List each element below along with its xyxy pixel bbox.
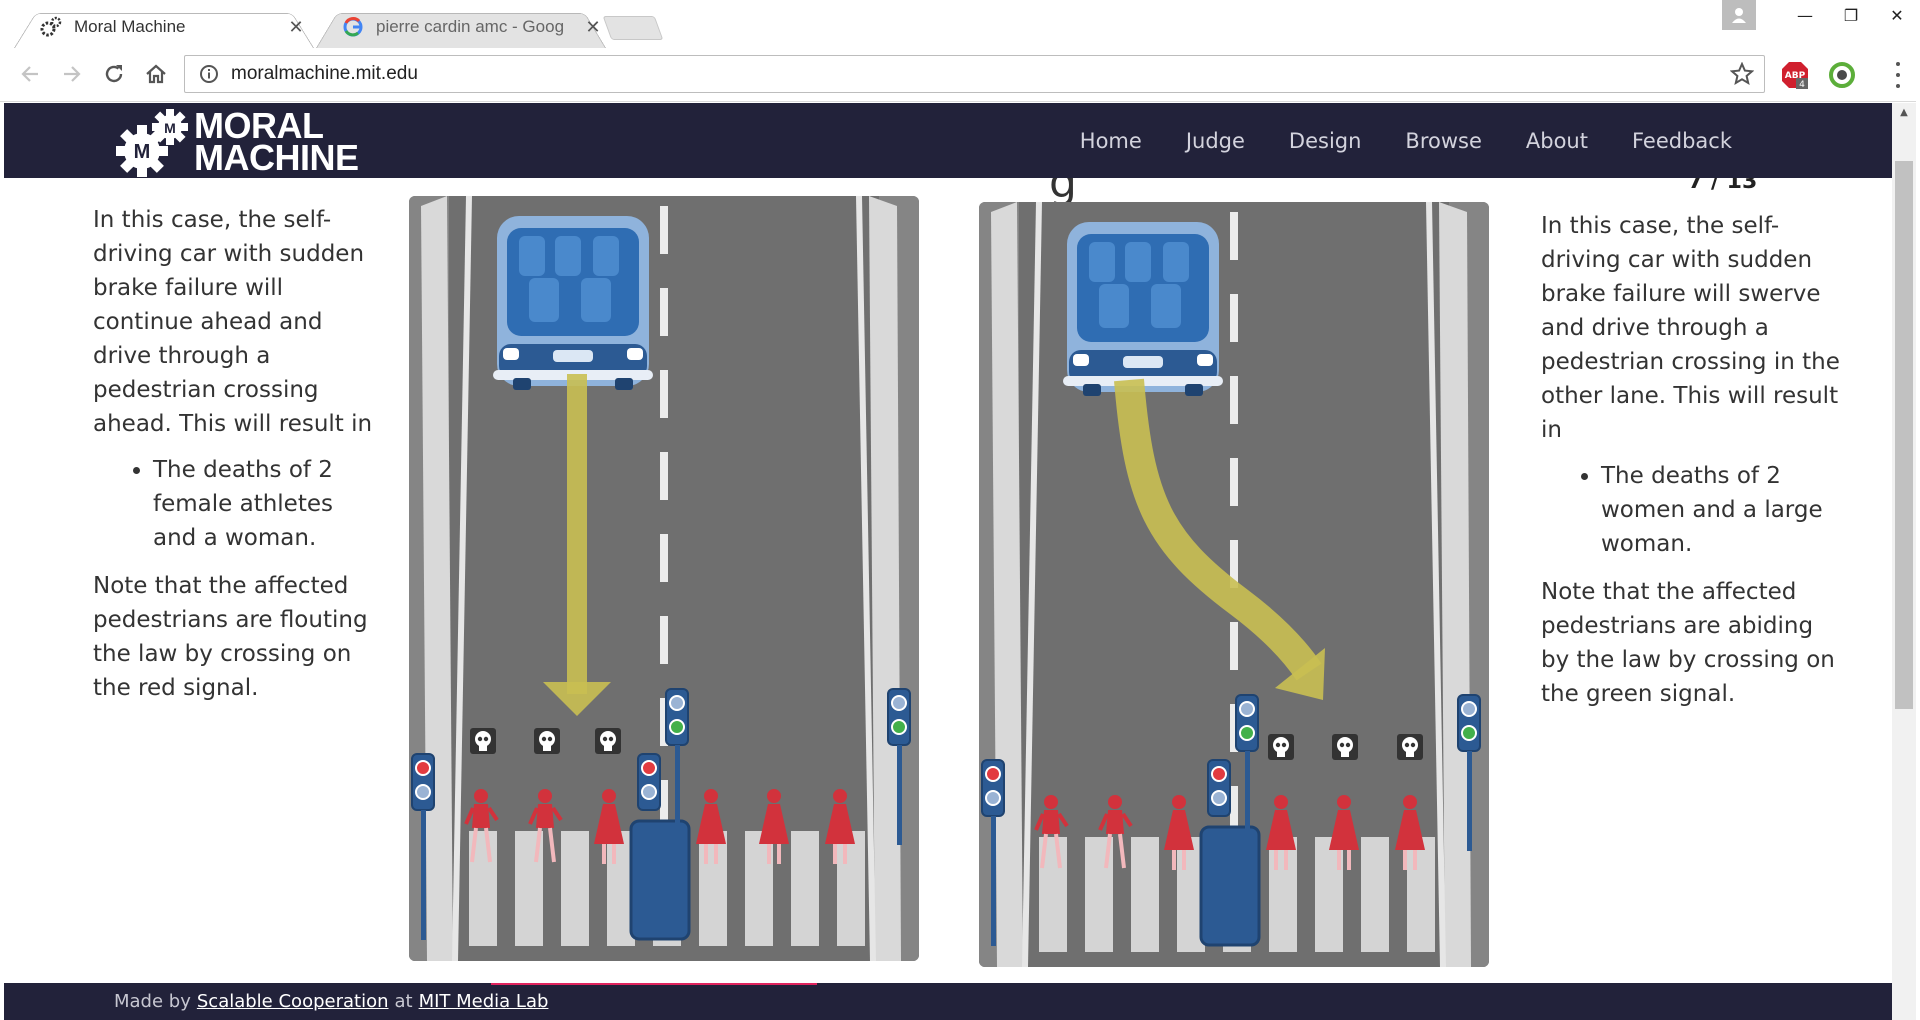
tab-strip: Moral Machine ✕ pierre cardin amc - Goog…: [0, 0, 1920, 49]
left-scenario-option[interactable]: [409, 196, 919, 961]
left-scenario-description: In this case, the self-driving car with …: [93, 203, 379, 717]
right-scenario-option[interactable]: [979, 202, 1489, 967]
left-scenario-illustration: [409, 196, 919, 961]
page-scrollbar[interactable]: ▲: [1892, 103, 1916, 1020]
extension-icon[interactable]: [1827, 60, 1857, 90]
minimize-icon[interactable]: —: [1782, 6, 1828, 25]
tab-title: pierre cardin amc - Goog: [376, 17, 565, 36]
footer-at: at: [394, 991, 413, 1012]
url-input[interactable]: [231, 63, 1711, 85]
forward-icon[interactable]: [56, 58, 88, 90]
nav-design[interactable]: Design: [1289, 129, 1362, 153]
footer-accent-line: [491, 983, 817, 985]
left-intro: In this case, the self-driving car with …: [93, 207, 373, 437]
right-intro: In this case, the self-driving car with …: [1541, 213, 1840, 443]
moral-machine-logo[interactable]: M M MORAL MACHINE: [116, 107, 359, 177]
scalable-cooperation-link[interactable]: Scalable Cooperation: [197, 991, 389, 1012]
reload-icon[interactable]: [98, 58, 130, 90]
site-nav: Home Judge Design Browse About Feedback: [1036, 103, 1732, 178]
close-tab-icon[interactable]: ✕: [285, 17, 307, 38]
site-navbar: M M MORAL MACHINE Home Judge Design Brow…: [4, 103, 1892, 178]
window-controls: — ❐ ✕: [1722, 0, 1920, 30]
site-footer: Made by Scalable Cooperation at MIT Medi…: [4, 983, 1892, 1020]
left-result-item: The deaths of 2 female athletes and a wo…: [153, 453, 379, 555]
right-result-item: The deaths of 2 women and a large woman.: [1601, 459, 1841, 561]
scrollbar-thumb[interactable]: [1895, 161, 1913, 709]
tab-moral-machine[interactable]: Moral Machine ✕: [14, 6, 314, 49]
logo-text: MORAL MACHINE: [194, 105, 359, 178]
nav-judge[interactable]: Judge: [1186, 129, 1245, 153]
right-scenario-description: In this case, the self-driving car with …: [1541, 209, 1841, 723]
nav-about[interactable]: About: [1526, 129, 1588, 153]
right-scenario-illustration: [979, 202, 1489, 967]
gears-icon: [38, 14, 64, 40]
restore-icon[interactable]: ❐: [1828, 6, 1874, 25]
nav-home[interactable]: Home: [1080, 129, 1142, 153]
home-icon[interactable]: [140, 58, 172, 90]
right-results: The deaths of 2 women and a large woman.: [1601, 459, 1841, 561]
tab-google-search[interactable]: pierre cardin amc - Goog ✕: [316, 6, 606, 49]
left-results: The deaths of 2 female athletes and a wo…: [153, 453, 379, 555]
chrome-menu-icon[interactable]: [1890, 62, 1906, 88]
page-viewport: g 7 / 13 In this case, the self-driving …: [4, 103, 1892, 1020]
adblock-icon[interactable]: ABP 4: [1780, 60, 1810, 90]
svg-text:M: M: [134, 141, 151, 163]
bookmark-star-icon[interactable]: [1729, 61, 1755, 90]
mit-media-lab-link[interactable]: MIT Media Lab: [419, 991, 549, 1012]
right-note: Note that the affected pedestrians are a…: [1541, 579, 1835, 707]
window-edge: [1916, 48, 1920, 1020]
address-bar[interactable]: [184, 55, 1765, 93]
tab-title: Moral Machine: [74, 17, 186, 36]
back-icon[interactable]: [14, 58, 46, 90]
footer-made-by: Made by: [114, 991, 191, 1012]
nav-browse[interactable]: Browse: [1405, 129, 1481, 153]
close-tab-icon[interactable]: ✕: [582, 17, 604, 38]
close-window-icon[interactable]: ✕: [1874, 6, 1920, 25]
svg-text:M: M: [164, 120, 176, 136]
profile-icon[interactable]: [1722, 0, 1756, 30]
gears-logo-icon: M M: [116, 109, 188, 177]
browser-toolbar: ABP4: [0, 48, 1920, 102]
nav-feedback[interactable]: Feedback: [1632, 129, 1732, 153]
svg-text:4: 4: [1799, 80, 1805, 90]
google-icon: [340, 14, 366, 40]
new-tab-button[interactable]: [602, 16, 664, 40]
info-icon[interactable]: [197, 62, 221, 86]
scroll-up-icon[interactable]: ▲: [1892, 103, 1916, 123]
left-note: Note that the affected pedestrians are f…: [93, 573, 368, 701]
